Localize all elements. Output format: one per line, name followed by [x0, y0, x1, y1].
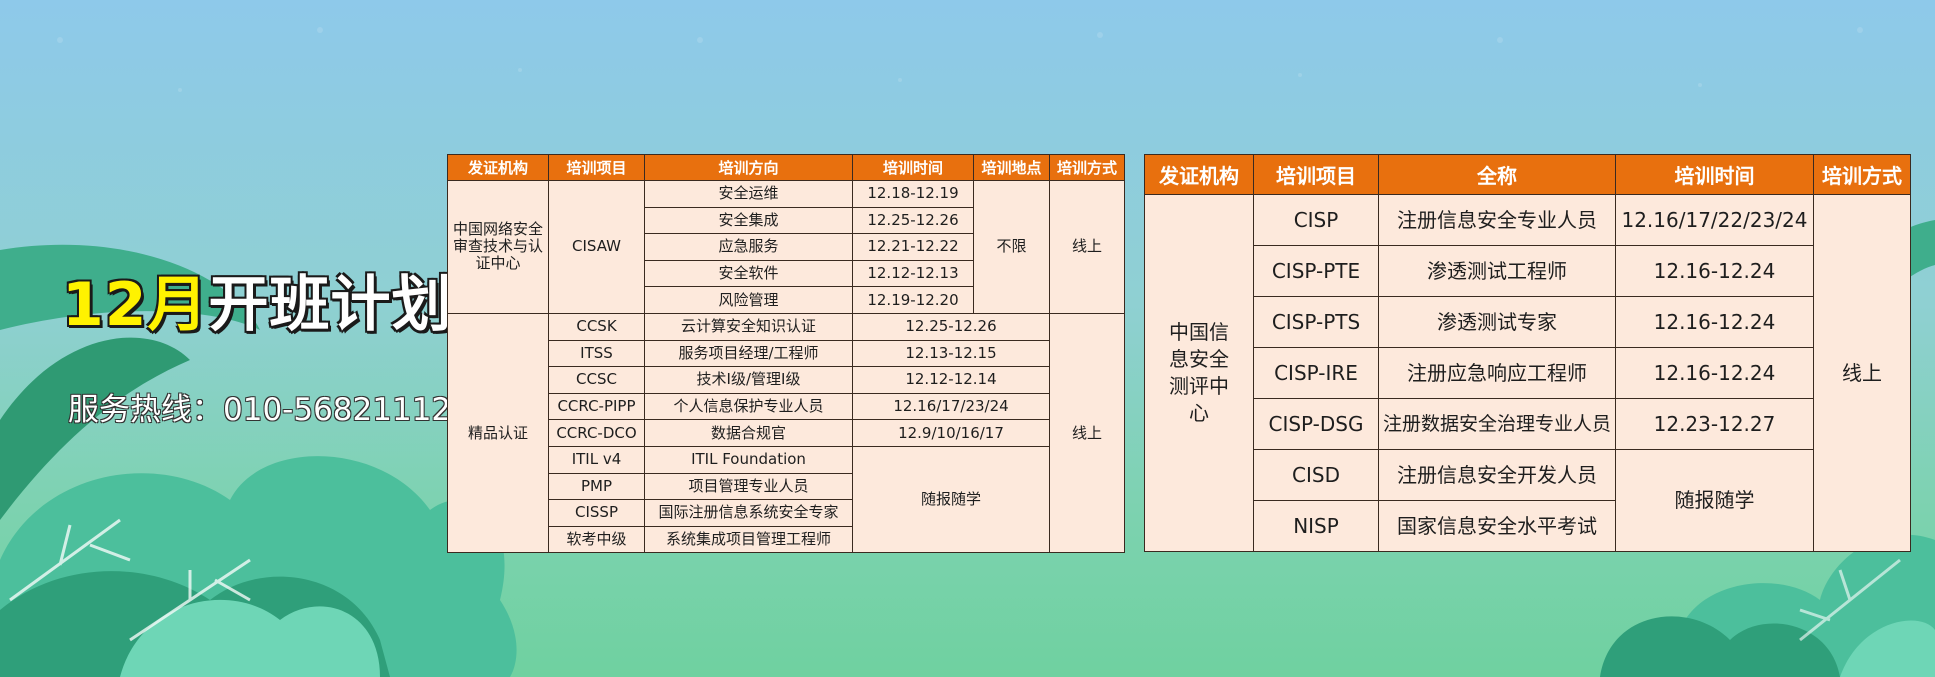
header-cell: 全称 — [1378, 154, 1616, 195]
fullname-cell: 渗透测试专家 — [1378, 296, 1616, 348]
project-cell: PMP — [548, 472, 645, 501]
time-cell: 12.25-12.26 — [852, 312, 1050, 341]
table-row: CISP-PTE 渗透测试工程师 12.16-12.24 — [1145, 245, 1911, 297]
table-row: CISD 注册信息安全开发人员 随报随学 — [1145, 449, 1911, 552]
time-cell: 12.21-12.22 — [852, 233, 974, 261]
direction-cell: 系统集成项目管理工程师 — [644, 525, 853, 554]
fullname-cell: 注册信息安全专业人员 — [1378, 194, 1616, 246]
direction-cell: 项目管理专业人员 — [644, 472, 853, 501]
fullname-cell: 国家信息安全水平考试 — [1378, 500, 1616, 552]
time-cell: 12.16/17/22/23/24 — [1615, 194, 1814, 246]
time-cell: 12.23-12.27 — [1615, 398, 1814, 450]
header-cell: 培训项目 — [548, 154, 645, 181]
fullname-cell: 注册信息安全开发人员 — [1378, 449, 1616, 501]
time-cell: 12.19-12.20 — [852, 286, 974, 314]
time-cell: 12.16-12.24 — [1615, 245, 1814, 297]
method-cell: 线上 — [1813, 194, 1911, 552]
direction-cell: 个人信息保护专业人员 — [644, 392, 853, 421]
fullname-cell: 注册数据安全治理专业人员 — [1378, 398, 1616, 450]
project-cell: NISP — [1253, 500, 1379, 552]
table-row: CCSC 技术Ⅰ级/管理Ⅰ级 12.12-12.14 — [448, 366, 1125, 394]
direction-cell: 安全软件 — [644, 259, 853, 288]
header-cell: 培训时间 — [852, 154, 974, 181]
time-cell: 12.16/17/23/24 — [852, 392, 1050, 421]
method-cell: 线上 — [1049, 312, 1125, 554]
schedule-table-left: 发证机构 培训项目 培训方向 培训时间 培训地点 培训方式 中国网络安全审查技术… — [447, 154, 1125, 554]
header-cell: 发证机构 — [1144, 154, 1254, 195]
time-cell: 12.16-12.24 — [1615, 296, 1814, 348]
project-cell: CISSP — [548, 499, 645, 527]
org-cell: 精品认证 — [447, 312, 549, 554]
project-cell: CISP-DSG — [1253, 398, 1379, 450]
table-row: CISP-PTS 渗透测试专家 12.16-12.24 — [1145, 296, 1911, 348]
header-cell: 培训时间 — [1615, 154, 1814, 195]
direction-cell: 安全运维 — [644, 180, 853, 208]
direction-cell: 云计算安全知识认证 — [644, 312, 853, 341]
service-hotline: 服务热线：010-56821112 — [68, 392, 452, 428]
project-cell: CISP-PTS — [1253, 296, 1379, 348]
table-row: ITSS 服务项目经理/工程师 12.13-12.15 — [448, 339, 1125, 368]
direction-cell: ITIL Foundation — [644, 445, 853, 474]
project-cell: CCRC-DCO — [548, 419, 645, 447]
time-cell: 12.18-12.19 — [852, 180, 974, 208]
headline: 12月开班计划 — [62, 256, 453, 343]
location-cell: 不限 — [973, 180, 1050, 314]
direction-cell: 技术Ⅰ级/管理Ⅰ级 — [644, 366, 853, 394]
project-cell: ITSS — [548, 339, 645, 368]
project-cell: 软考中级 — [548, 525, 645, 554]
direction-cell: 风险管理 — [644, 286, 853, 314]
header-cell: 培训方向 — [644, 154, 853, 181]
time-cell: 12.12-12.13 — [852, 259, 974, 288]
header-cell: 发证机构 — [447, 154, 549, 181]
table-row: 中国网络安全审查技术与认证中心 CISAW 安全运维 12.18-12.19 不… — [447, 180, 1125, 314]
direction-cell: 数据合规官 — [644, 419, 853, 447]
table-header-row: 发证机构 培训项目 全称 培训时间 培训方式 — [1144, 154, 1911, 195]
table-row: CISP-DSG 注册数据安全治理专业人员 12.23-12.27 — [1145, 398, 1911, 450]
direction-cell: 应急服务 — [644, 233, 853, 261]
header-cell: 培训方式 — [1049, 154, 1125, 181]
project-cell: CISP-PTE — [1253, 245, 1379, 297]
project-cell: CISD — [1253, 449, 1379, 501]
flex-schedule-cell: 随报随学 — [1615, 449, 1814, 552]
project-cell: CCSK — [548, 312, 645, 341]
table-row: CCRC-DCO 数据合规官 12.9/10/16/17 — [448, 419, 1125, 447]
project-cell: CCSC — [548, 366, 645, 394]
table-header-row: 发证机构 培训项目 培训方向 培训时间 培训地点 培训方式 — [447, 154, 1125, 181]
headline-highlight: 12月 — [62, 270, 209, 340]
method-cell: 线上 — [1049, 180, 1125, 314]
table-row: ITIL v4 ITIL Foundation 随报随学 — [448, 445, 1125, 554]
time-cell: 12.9/10/16/17 — [852, 419, 1050, 447]
project-cell: CCRC-PIPP — [548, 392, 645, 421]
time-cell: 12.16-12.24 — [1615, 347, 1814, 399]
flex-schedule-cell: 随报随学 — [852, 445, 1050, 554]
direction-cell: 国际注册信息系统安全专家 — [644, 499, 853, 527]
org-cell: 中国信息安全测评中心 — [1144, 194, 1254, 552]
fullname-cell: 注册应急响应工程师 — [1378, 347, 1616, 399]
time-cell: 12.13-12.15 — [852, 339, 1050, 368]
fullname-cell: 渗透测试工程师 — [1378, 245, 1616, 297]
direction-cell: 安全集成 — [644, 206, 853, 235]
header-cell: 培训地点 — [973, 154, 1050, 181]
direction-cell: 服务项目经理/工程师 — [644, 339, 853, 368]
project-cell: CISP — [1253, 194, 1379, 246]
table-row: 精品认证 CCSK 云计算安全知识认证 12.25-12.26 线上 — [447, 312, 1125, 554]
table-row: CCRC-PIPP 个人信息保护专业人员 12.16/17/23/24 — [448, 392, 1125, 421]
time-cell: 12.25-12.26 — [852, 206, 974, 235]
project-cell: CISP-IRE — [1253, 347, 1379, 399]
time-cell: 12.12-12.14 — [852, 366, 1050, 394]
headline-rest: 开班计划 — [208, 270, 453, 340]
org-cell: 中国网络安全审查技术与认证中心 — [447, 180, 549, 314]
header-cell: 培训项目 — [1253, 154, 1379, 195]
project-cell: CISAW — [548, 180, 645, 314]
header-cell: 培训方式 — [1813, 154, 1911, 195]
table-row: CISP-IRE 注册应急响应工程师 12.16-12.24 — [1145, 347, 1911, 399]
project-cell: ITIL v4 — [548, 445, 645, 474]
schedule-table-right: 发证机构 培训项目 全称 培训时间 培训方式 中国信息安全测评中心 CISP 注… — [1144, 154, 1911, 552]
table-row: 中国信息安全测评中心 CISP 注册信息安全专业人员 12.16/17/22/2… — [1144, 194, 1911, 552]
